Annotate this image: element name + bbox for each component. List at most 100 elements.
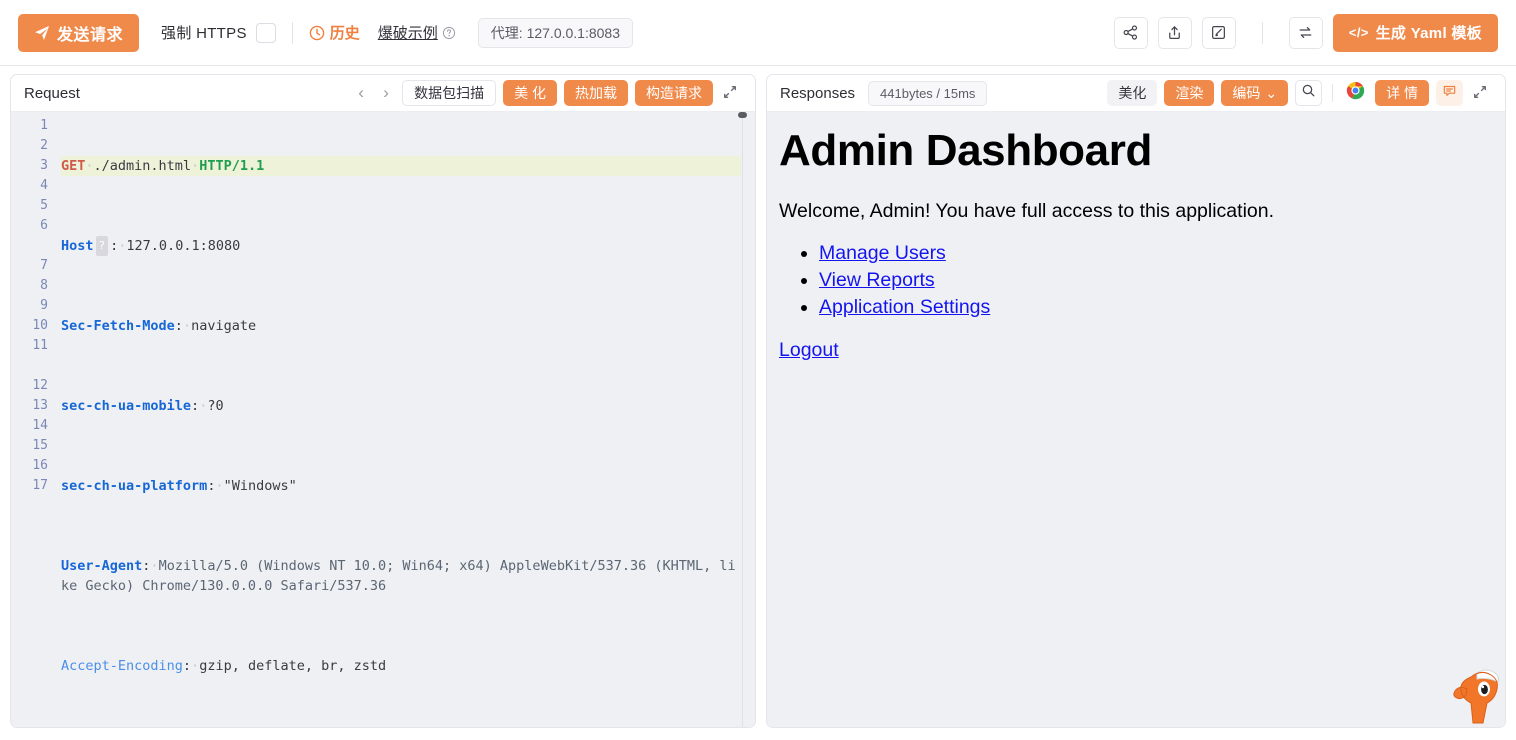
manage-users-link[interactable]: Manage Users [819,242,946,264]
line-number: 9 [40,298,48,313]
open-in-chrome-button[interactable] [1343,81,1368,106]
host-badge-icon: ? [95,236,109,256]
line-number: 3 [40,158,48,173]
chrome-browser-icon [1346,81,1365,105]
request-beautify-button[interactable]: 美 化 [503,80,557,106]
header-value: Mozilla/5.0 (Windows NT 10.0; Win64; x64… [61,558,736,594]
line-number-gutter: 1 2 3 4 5 6 7 8 9 10 11 12 13 14 15 16 1… [11,112,57,727]
toolbar-actions: </> 生成 Yaml 模板 [1113,13,1498,52]
request-panel-actions: ‹ › 数据包扫描 美 化 热加载 构造请求 [352,80,742,106]
request-panel: Request ‹ › 数据包扫描 美 化 热加载 构造请求 1 2 3 4 5… [10,74,756,728]
header-name: User-Agent [61,558,143,574]
header-name: sec-ch-ua-mobile [61,398,192,414]
force-https-checkbox[interactable] [255,22,276,43]
force-https-label: 强制 HTTPS [161,25,247,42]
line-number-wrap [11,356,57,376]
line-number: 16 [32,458,48,473]
top-toolbar: 发送请求 强制 HTTPS 历史 爆破示例 代理: 127.0.0.1:8083 [0,0,1516,66]
header-value: 127.0.0.1:8080 [126,238,241,254]
generate-yaml-button[interactable]: </> 生成 Yaml 模板 [1332,13,1498,52]
line-number: 1 [40,118,48,133]
request-panel-header: Request ‹ › 数据包扫描 美 化 热加载 构造请求 [11,75,755,112]
history-button[interactable]: 历史 [309,22,360,43]
proxy-value: 代理: 127.0.0.1:8083 [490,24,620,41]
construct-request-button[interactable]: 构造请求 [635,80,713,106]
swap-arrows-icon [1297,24,1314,41]
list-item: View Reports [819,269,1491,292]
toolbar-divider-2 [1261,21,1263,44]
code-line: sec-ch-ua-mobile:·?0 [61,398,224,414]
upload-button[interactable] [1157,16,1192,49]
http-method: GET [61,158,86,174]
header-name: Accept-Encoding [61,658,183,674]
response-panel-actions: 美化 渲染 编码 ⌄ 详 情 [1107,80,1492,106]
response-toolbar-divider [1332,84,1334,102]
line-number-wrap [11,236,57,256]
logout-paragraph: Logout [779,339,1491,362]
edit-button[interactable] [1201,16,1236,49]
response-search-button[interactable] [1295,80,1323,106]
send-request-button[interactable]: 发送请求 [18,13,140,52]
blast-example-label: 爆破示例 [377,25,438,42]
header-name: Sec-Fetch-Mode [61,318,175,334]
next-request-button[interactable]: › [377,81,395,105]
send-request-label: 发送请求 [57,26,124,44]
edit-square-icon [1210,24,1227,41]
code-brackets-icon: </> [1348,25,1369,40]
header-value: gzip, deflate, br, zstd [199,658,387,674]
view-reports-link[interactable]: View Reports [819,269,935,291]
logout-link[interactable]: Logout [779,339,839,361]
line-number: 17 [32,478,48,493]
question-circle-icon [442,26,456,40]
line-number: 6 [40,218,48,233]
line-number: 10 [32,318,48,333]
welcome-text: Welcome, Admin! You have full access to … [779,200,1275,223]
line-number: 15 [32,438,48,453]
header-name: sec-ch-ua-platform [61,478,208,494]
history-label: 历史 [329,25,360,42]
response-expand-icon[interactable] [1470,82,1492,104]
request-code-content[interactable]: GET·./admin.html·HTTP/1.1 Host?:·127.0.0… [57,112,755,727]
upload-box-icon [1166,24,1183,41]
response-render-button[interactable]: 渲染 [1164,80,1215,106]
line-number: 4 [40,178,48,193]
response-beautify-button[interactable]: 美化 [1107,80,1158,106]
swap-button[interactable] [1288,16,1323,49]
blast-example-button[interactable]: 爆破示例 [378,22,456,43]
page-title: Admin Dashboard [779,126,1152,175]
clock-icon [309,25,325,41]
response-encode-dropdown[interactable]: 编码 ⌄ [1221,80,1289,106]
response-comment-button[interactable] [1436,80,1463,106]
editor-scrollbar-thumb[interactable] [738,112,747,118]
response-encode-label: 编码 [1232,85,1261,101]
packet-scan-button[interactable]: 数据包扫描 [402,80,497,106]
code-line: Accept-Encoding:·gzip, deflate, br, zstd [61,658,387,674]
header-name: Host [61,238,94,254]
rendered-html-preview[interactable]: Admin Dashboard Welcome, Admin! You have… [767,112,1505,727]
prev-request-button[interactable]: ‹ [352,81,370,105]
http-path: ./admin.html [93,158,192,174]
line-number: 7 [40,258,48,273]
editor-vertical-scrollbar[interactable] [738,112,747,727]
application-settings-link[interactable]: Application Settings [819,296,990,318]
admin-links-list: Manage Users View Reports Application Se… [819,242,1491,319]
header-value: ?0 [207,398,224,414]
chevron-down-icon: ⌄ [1265,84,1278,101]
response-detail-button[interactable]: 详 情 [1375,80,1429,106]
code-line: Sec-Fetch-Mode:·navigate [61,318,257,334]
request-expand-icon[interactable] [720,82,742,104]
hot-reload-button[interactable]: 热加载 [564,80,628,106]
code-line: sec-ch-ua-platform:·"Windows" [61,478,297,494]
share-button[interactable] [1113,16,1148,49]
request-editor[interactable]: 1 2 3 4 5 6 7 8 9 10 11 12 13 14 15 16 1… [11,112,755,727]
response-meta-badge: 441bytes / 15ms [868,80,988,106]
code-line: User-Agent:·Mozilla/5.0 (Windows NT 10.0… [61,558,736,594]
list-item: Manage Users [819,242,1491,265]
response-panel-title: Responses [780,84,856,102]
request-panel-title: Request [24,84,80,102]
proxy-field[interactable]: 代理: 127.0.0.1:8083 [477,17,633,48]
line-number: 5 [40,198,48,213]
comment-icon [1442,83,1457,103]
header-value: "Windows" [223,478,297,494]
line-number: 14 [32,418,48,433]
